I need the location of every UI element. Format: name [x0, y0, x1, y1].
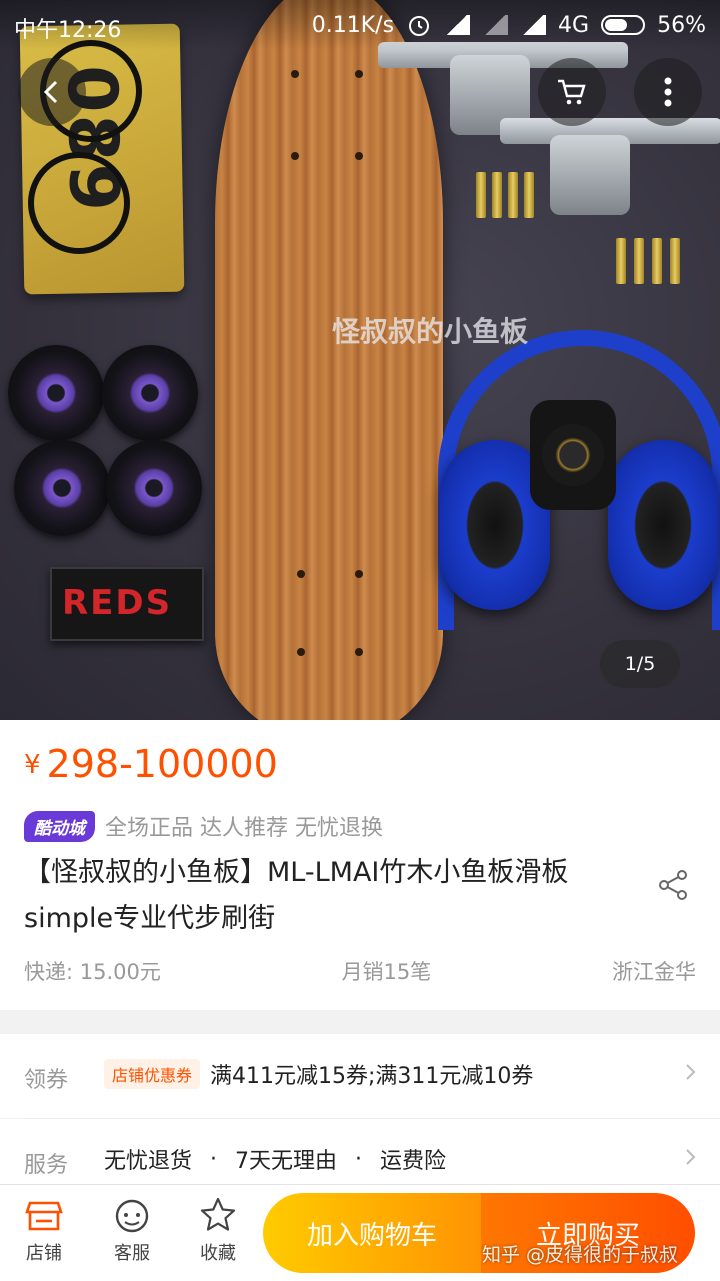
- ship-from-location: 浙江金华: [611, 960, 696, 984]
- hardware-bolt: [634, 238, 644, 284]
- network-speed: 0.11K/s: [311, 12, 395, 38]
- product-image-carousel[interactable]: 089 REDS 怪叔叔的小鱼板 中午12:26 0.11K/s 4G 56% …: [0, 0, 720, 720]
- shop-tab-label: 店铺: [26, 1243, 62, 1264]
- cart-button[interactable]: [538, 58, 606, 126]
- service-content: 无忧退货 · 7天无理由 · 运费险: [104, 1143, 446, 1175]
- price: ¥298-100000: [24, 742, 278, 786]
- skate-wheel: [106, 440, 202, 536]
- shipping-fee: 快递: 15.00元: [24, 960, 161, 984]
- cart-icon: [558, 79, 586, 105]
- store-icon: [25, 1201, 63, 1231]
- promise-row: 酷动城 全场正品 达人推荐 无忧退换: [24, 810, 383, 842]
- product-meta-row: 快递: 15.00元 月销15笔 浙江金华: [24, 956, 696, 986]
- star-icon: [200, 1197, 236, 1231]
- customer-service-tab-label: 客服: [114, 1243, 150, 1264]
- chevron-right-icon: [686, 1064, 696, 1080]
- coupon-row[interactable]: 领券 店铺优惠券 满411元减15券;满311元减10券: [0, 1034, 720, 1118]
- hardware-bolt: [616, 238, 626, 284]
- favorite-tab-label: 收藏: [200, 1243, 236, 1264]
- hardware-bolt: [652, 238, 662, 284]
- network-type: 4G: [558, 12, 590, 38]
- service-item: 运费险: [380, 1149, 447, 1174]
- more-button[interactable]: [634, 58, 702, 126]
- deck-bolt-hole: [291, 152, 299, 160]
- signal-icon: [444, 15, 471, 35]
- hardware-bolt: [524, 172, 534, 218]
- service-separator: ·: [355, 1146, 363, 1172]
- alarm-icon: [409, 16, 430, 36]
- image-page-indicator: 1/5: [600, 640, 680, 688]
- product-info-panel: ¥298-100000 酷动城 全场正品 达人推荐 无忧退换 【怪叔叔的小鱼板】…: [0, 720, 720, 1010]
- service-item: 7天无理由: [235, 1149, 338, 1174]
- back-button[interactable]: [18, 58, 86, 126]
- skate-truck-base: [550, 135, 630, 215]
- wristwatch: [530, 400, 616, 510]
- battery-level: 56%: [657, 12, 706, 38]
- chat-face-icon: [115, 1199, 149, 1233]
- skateboard-deck: [215, 0, 443, 720]
- shop-tab[interactable]: 店铺: [4, 1195, 84, 1265]
- skate-wheel: [14, 440, 110, 536]
- shop-coupon-tag: 店铺优惠券: [104, 1059, 201, 1089]
- share-icon[interactable]: [656, 868, 690, 902]
- coupon-label: 领券: [24, 1068, 69, 1093]
- skate-wheel: [102, 345, 198, 441]
- skate-wheel: [8, 345, 104, 441]
- image-watermark: 怪叔叔的小鱼板: [332, 315, 529, 348]
- service-label: 服务: [24, 1153, 69, 1178]
- add-to-cart-button[interactable]: 加入购物车: [263, 1193, 481, 1273]
- coupon-text: 满411元减15券;满311元减10券: [210, 1064, 534, 1089]
- more-vertical-icon: [664, 77, 672, 107]
- status-bar: 中午12:26 0.11K/s 4G 56%: [0, 0, 720, 50]
- deck-bolt-hole: [291, 70, 299, 78]
- headphones-cup: [608, 440, 718, 610]
- status-time: 中午12:26: [14, 18, 122, 43]
- chevron-left-icon: [43, 80, 58, 104]
- service-item: 无忧退货: [104, 1149, 193, 1174]
- deck-bolt-hole: [355, 648, 363, 656]
- deck-bolt-hole: [297, 648, 305, 656]
- signal-icon-secondary: [482, 15, 509, 35]
- zhihu-watermark: 知乎 @皮得很的于叔叔: [482, 1244, 679, 1266]
- deck-bolt-hole: [355, 570, 363, 578]
- deck-bolt-hole: [355, 152, 363, 160]
- bearings-box: REDS: [50, 567, 204, 641]
- store-badge: 酷动城: [24, 810, 95, 842]
- promises-text: 全场正品 达人推荐 无忧退换: [105, 816, 383, 841]
- hardware-bolt: [476, 172, 486, 218]
- hardware-bolt: [492, 172, 502, 218]
- currency-symbol: ¥: [24, 750, 41, 780]
- service-separator: ·: [210, 1146, 218, 1172]
- price-range: 298-100000: [46, 742, 278, 786]
- deck-bolt-hole: [297, 570, 305, 578]
- favorite-tab[interactable]: 收藏: [178, 1195, 258, 1265]
- coupon-content: 店铺优惠券 满411元减15券;满311元减10券: [104, 1058, 533, 1090]
- monthly-sales: 月销15笔: [341, 960, 432, 984]
- status-indicators: 0.11K/s 4G 56%: [312, 12, 706, 38]
- hardware-bolt: [670, 238, 680, 284]
- bearings-brand: REDS: [62, 583, 173, 623]
- glasses-lens-right: [28, 152, 130, 254]
- customer-service-tab[interactable]: 客服: [92, 1195, 172, 1265]
- deck-bolt-hole: [355, 70, 363, 78]
- chevron-right-icon: [686, 1149, 696, 1165]
- battery-icon: [601, 15, 646, 35]
- watch-face: [542, 424, 604, 486]
- signal-icon-tertiary: [520, 15, 547, 35]
- service-row[interactable]: 服务 无忧退货 · 7天无理由 · 运费险: [0, 1119, 720, 1184]
- product-title: 【怪叔叔的小鱼板】ML-LMAI竹木小鱼板滑板simple专业代步刷街: [24, 857, 569, 934]
- hardware-bolt: [508, 172, 518, 218]
